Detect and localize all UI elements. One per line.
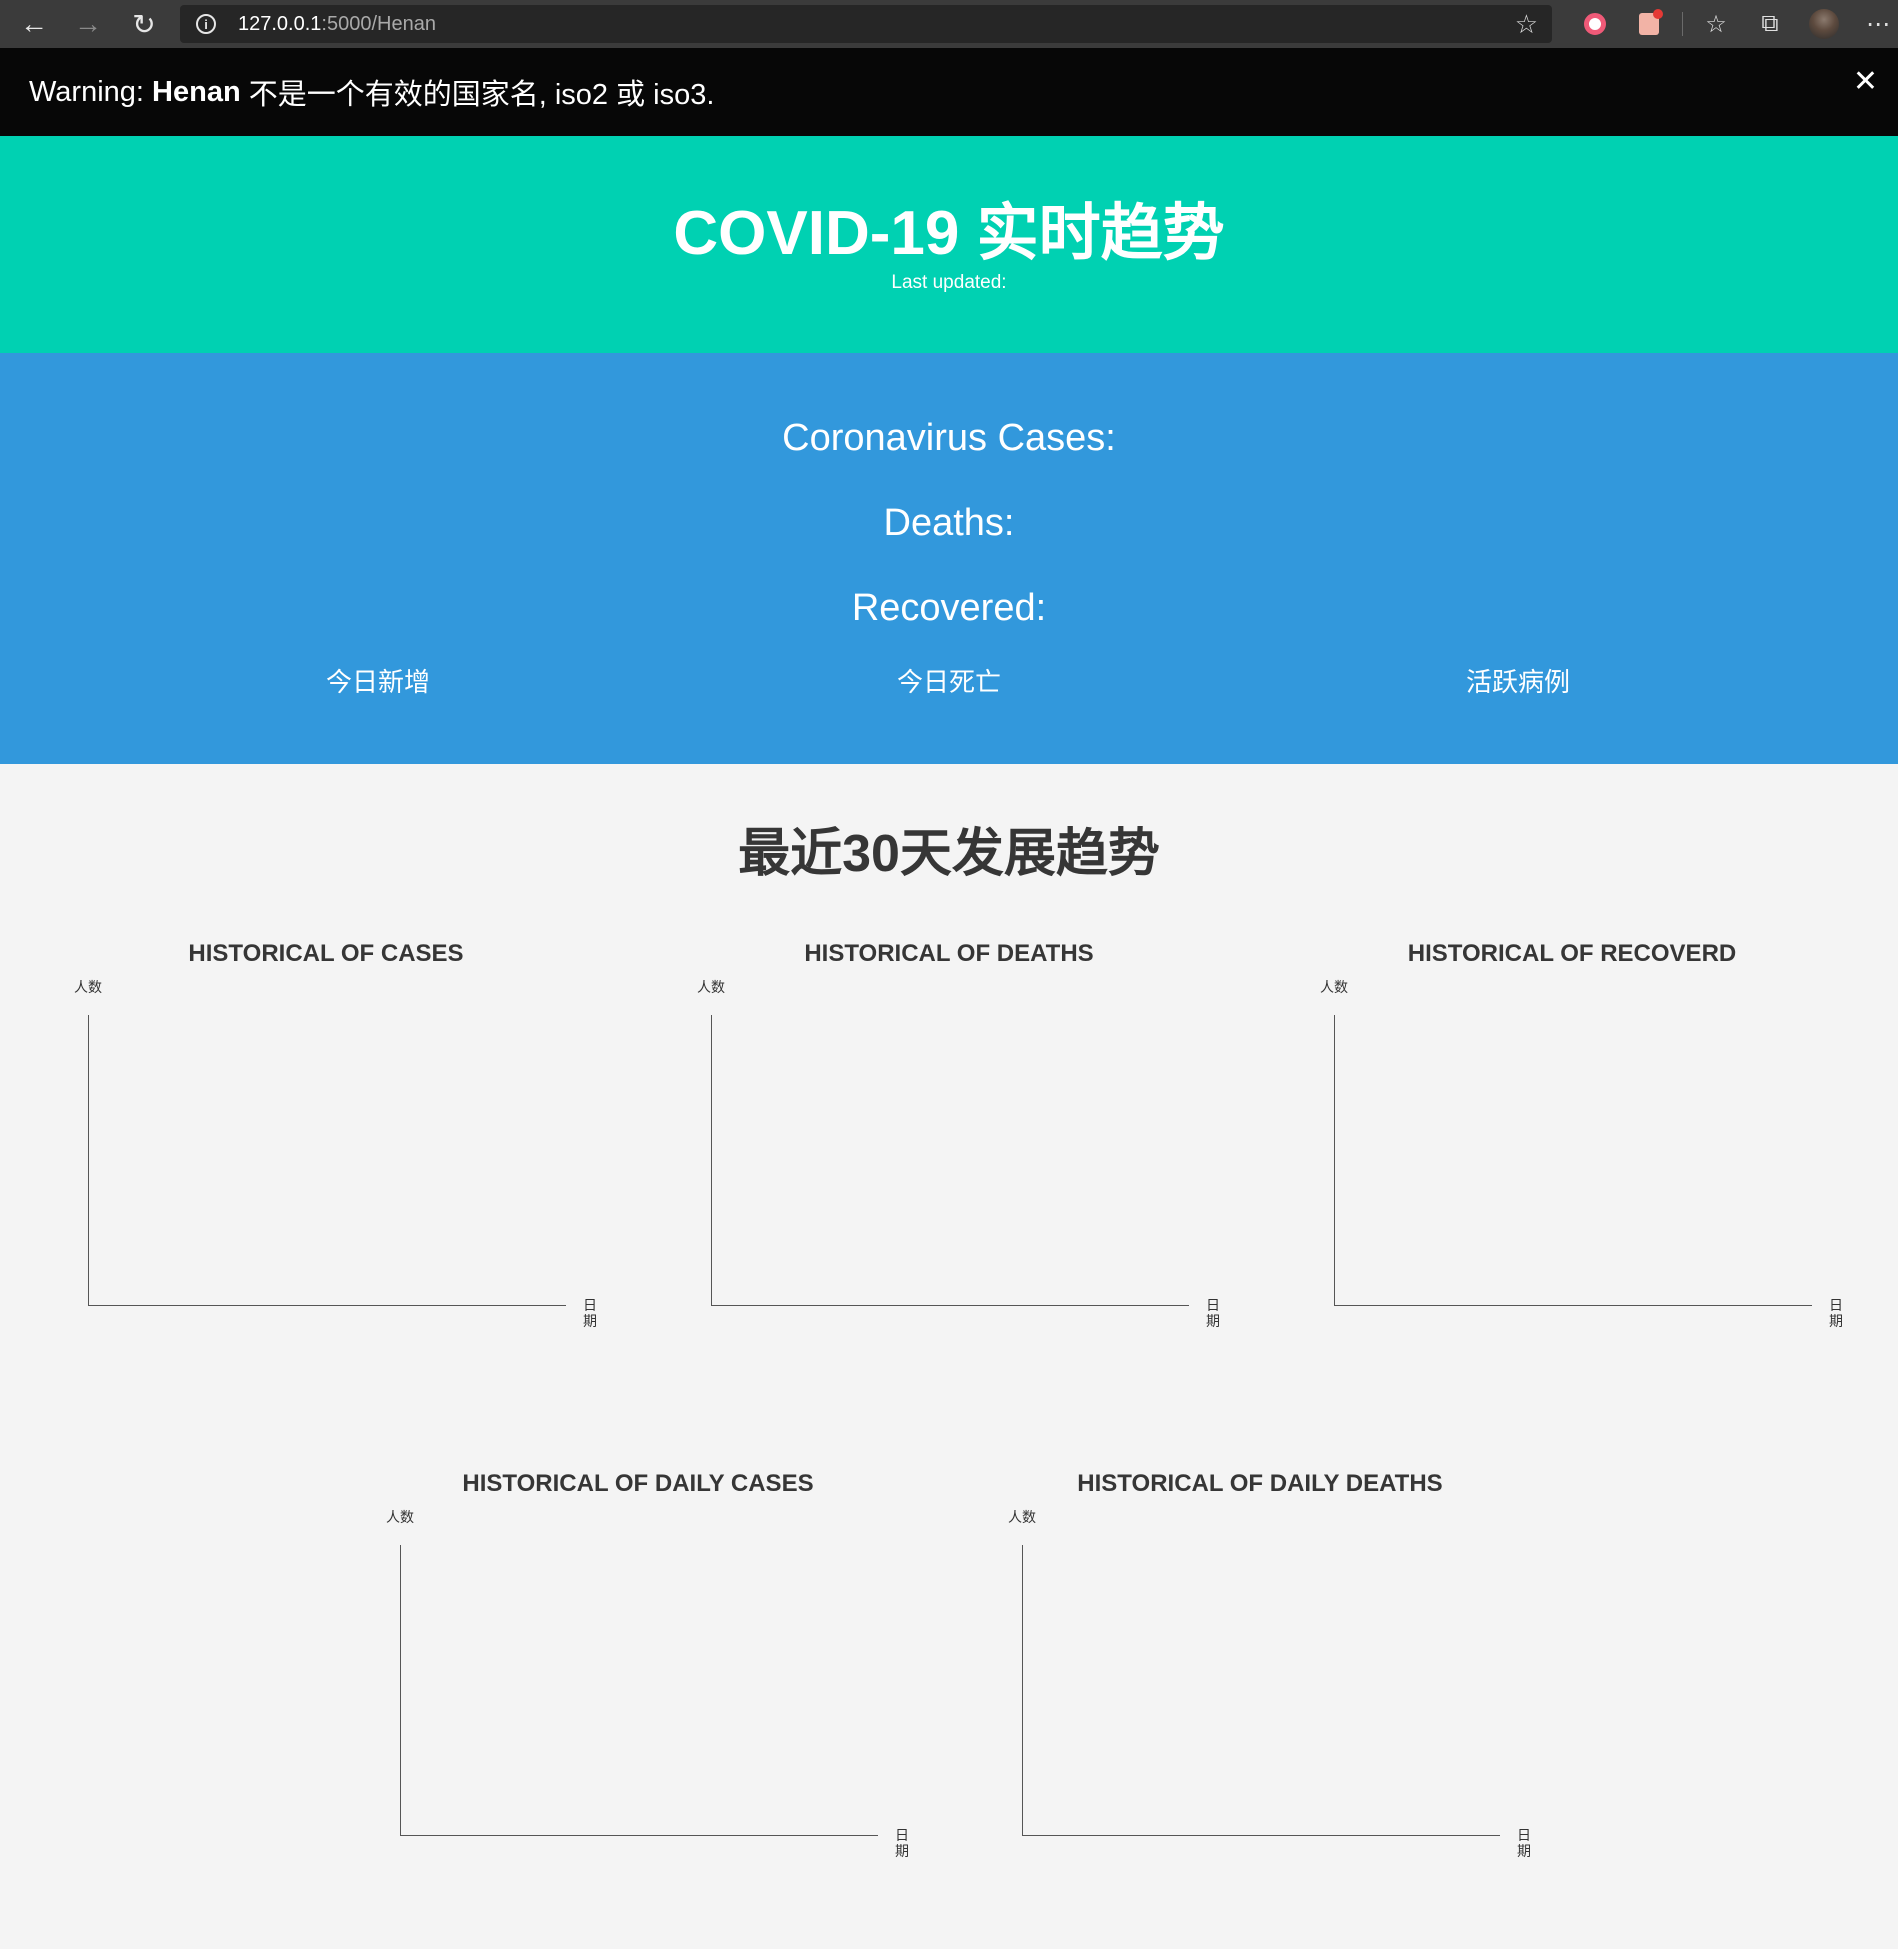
chart-deaths: HISTORICAL OF DEATHS 人数 日期 (669, 939, 1229, 1409)
close-icon[interactable]: ✕ (1853, 64, 1878, 99)
page-title: COVID-19 实时趋势 (673, 199, 1225, 268)
favorite-star-icon[interactable]: ☆ (1515, 9, 1538, 40)
back-arrow-icon[interactable]: ← (6, 0, 62, 48)
browser-toolbar: ← → ↻ i 127.0.0.1:5000/Henan ☆ ☆ ⧉ ⋯ (0, 0, 1898, 48)
warning-notification: Warning: Henan 不是一个有效的国家名, iso2 或 iso3. … (0, 48, 1898, 136)
chart-title: HISTORICAL OF CASES (188, 940, 464, 967)
toolbar-divider (1682, 12, 1683, 36)
today-cases-label: 今日新增 (325, 667, 430, 697)
cases-label: Coronavirus Cases: (782, 417, 1116, 459)
stat-columns: 今日新增 今日死亡 活跃病例 (0, 665, 1898, 705)
chart-title: HISTORICAL OF DEATHS (804, 940, 1094, 967)
y-axis-line (711, 1015, 712, 1305)
x-axis-line (711, 1305, 1189, 1306)
extension-badge-icon[interactable] (1622, 0, 1676, 48)
chart-daily-deaths: HISTORICAL OF DAILY DEATHS 人数 日期 (980, 1469, 1540, 1939)
chart-recovered: HISTORICAL OF RECOVERD 人数 日期 (1292, 939, 1852, 1409)
chart-title: HISTORICAL OF RECOVERD (1407, 940, 1737, 967)
x-axis-label: 日期 (583, 1297, 597, 1329)
chart-title: HISTORICAL OF DAILY CASES (462, 1470, 814, 1497)
trend-title: 最近30天发展趋势 (738, 825, 1160, 883)
x-axis-line (400, 1835, 878, 1836)
x-axis-line (1022, 1835, 1500, 1836)
y-axis-label: 人数 (1008, 1509, 1036, 1525)
url-path: :5000/Henan (321, 12, 436, 35)
favorites-list-icon[interactable]: ☆ (1689, 0, 1743, 48)
forward-arrow-icon[interactable]: → (60, 0, 116, 48)
extension-record-icon[interactable] (1568, 0, 1622, 48)
address-bar[interactable]: i 127.0.0.1:5000/Henan ☆ (180, 5, 1552, 43)
y-axis-line (400, 1545, 401, 1835)
warning-prefix: Warning: (29, 75, 153, 108)
warning-message: 不是一个有效的国家名, iso2 或 iso3. (240, 79, 715, 111)
x-axis-label: 日期 (1517, 1827, 1531, 1859)
chart-cases: HISTORICAL OF CASES 人数 日期 (46, 939, 606, 1409)
collections-icon[interactable]: ⧉ (1743, 0, 1797, 48)
x-axis-label: 日期 (1829, 1297, 1843, 1329)
today-deaths-label: 今日死亡 (896, 667, 1001, 697)
y-axis-label: 人数 (74, 979, 102, 995)
url-host: 127.0.0.1 (238, 12, 322, 35)
y-axis-line (88, 1015, 89, 1305)
x-axis-label: 日期 (895, 1827, 909, 1859)
y-axis-line (1334, 1015, 1335, 1305)
stats-panel: Coronavirus Cases: Deaths: Recovered: 今日… (0, 353, 1898, 764)
info-icon[interactable]: i (196, 14, 216, 34)
y-axis-label: 人数 (1320, 979, 1348, 995)
chart-daily-cases: HISTORICAL OF DAILY CASES 人数 日期 (358, 1469, 918, 1939)
deaths-label: Deaths: (883, 502, 1015, 544)
x-axis-line (1334, 1305, 1812, 1306)
x-axis-label: 日期 (1206, 1297, 1220, 1329)
active-cases-label: 活跃病例 (1465, 667, 1570, 697)
warning-country: Henan (152, 75, 241, 108)
more-menu-icon[interactable]: ⋯ (1851, 0, 1898, 48)
y-axis-label: 人数 (697, 979, 725, 995)
last-updated: Last updated: (891, 272, 1007, 293)
hero-header: COVID-19 实时趋势 Last updated: (0, 136, 1898, 353)
y-axis-label: 人数 (386, 1509, 414, 1525)
chart-title: HISTORICAL OF DAILY DEATHS (1077, 1470, 1443, 1497)
profile-avatar[interactable] (1797, 0, 1851, 48)
recovered-label: Recovered: (851, 587, 1047, 629)
x-axis-line (88, 1305, 566, 1306)
reload-icon[interactable]: ↻ (116, 0, 172, 48)
y-axis-line (1022, 1545, 1023, 1835)
